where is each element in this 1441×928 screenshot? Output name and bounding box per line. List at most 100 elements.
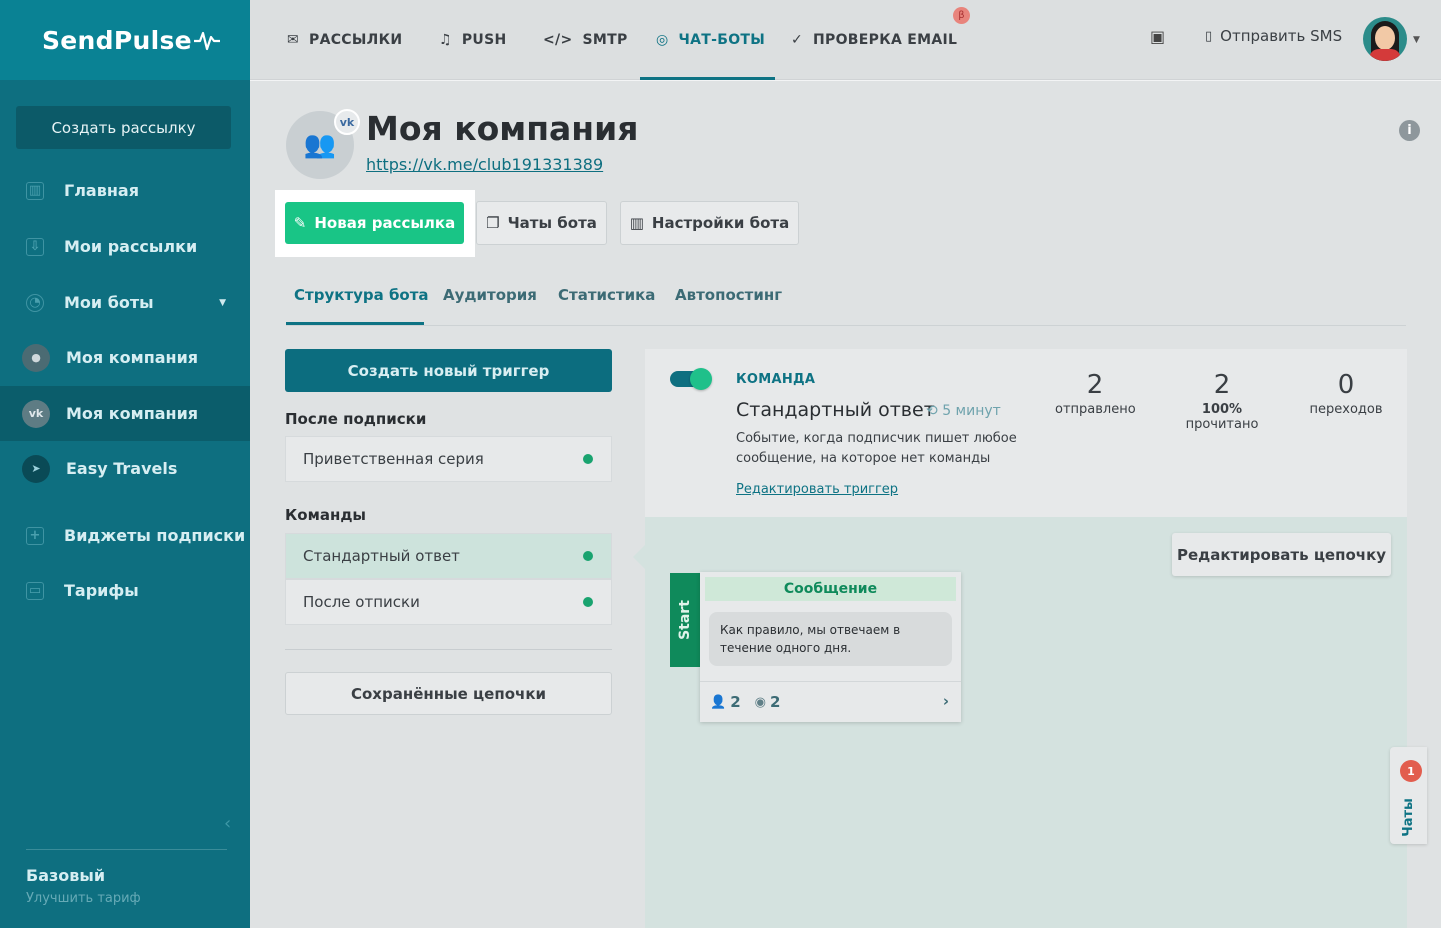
tab-smtp[interactable]: </> SMTP <box>543 0 628 80</box>
phone-icon: ▯ <box>1205 28 1213 44</box>
saved-chains-button[interactable]: Сохранённые цепочки <box>285 672 612 715</box>
chat-icon: ◎ <box>656 32 669 48</box>
edit-chain-button[interactable]: Редактировать цепочку <box>1172 533 1391 576</box>
trigger-toggle[interactable] <box>670 368 712 390</box>
sidebar-item-label: Виджеты подписки <box>64 526 246 545</box>
dashboard-icon: ▥ <box>26 181 44 200</box>
trigger-item-after-unsubscribe[interactable]: После отписки <box>285 579 612 625</box>
chevron-right-icon[interactable]: › <box>943 692 949 710</box>
chats-widget[interactable]: 1 Чаты <box>1390 747 1427 844</box>
bot-settings-button[interactable]: ▥ Настройки бота <box>620 201 799 245</box>
sidebar-item-my-bots[interactable]: ◔ Мои боты ▼ <box>0 275 250 330</box>
sidebar-item-my-mailings[interactable]: ⇩ Мои рассылки <box>0 219 250 274</box>
mailbox-icon: ⇩ <box>26 237 44 256</box>
send-sms-button[interactable]: ▯ Отправить SMS <box>1205 0 1342 72</box>
sidebar-item-bot-vk[interactable]: vk Моя компания <box>0 386 250 441</box>
left-divider <box>285 649 612 650</box>
active-status-dot <box>583 454 593 464</box>
plan-name: Базовый <box>26 866 106 885</box>
sendpulse-logo[interactable]: SendPulse <box>0 0 250 80</box>
trigger-item-standard-reply[interactable]: Стандартный ответ <box>285 533 612 579</box>
create-trigger-button[interactable]: Создать новый триггер <box>285 349 612 392</box>
create-mailing-button[interactable]: Создать рассылку <box>16 106 231 149</box>
stat-value: 2 <box>1213 370 1231 400</box>
logo-text: SendPulse <box>42 25 192 55</box>
beta-badge: β <box>953 7 970 24</box>
check-circle-icon: ✓ <box>791 32 804 48</box>
stat-label: переходов <box>1309 402 1383 417</box>
user-icon: 👤 <box>710 694 727 710</box>
message-node-header: Сообщение <box>705 577 956 601</box>
start-node: Start <box>670 573 700 667</box>
sidebar-item-tariffs[interactable]: ▭ Тарифы <box>0 563 250 618</box>
chats-count-badge: 1 <box>1400 760 1422 782</box>
chevron-down-icon[interactable]: ▼ <box>219 298 226 308</box>
tab-chatbots[interactable]: ◎ ЧАТ-БОТЫ <box>639 0 776 80</box>
tab-email-verification[interactable]: ✓ ПРОВЕРКА EMAIL <box>791 0 957 80</box>
tab-autoposting[interactable]: Автопостинг <box>675 286 782 304</box>
trigger-type-label: КОМАНДА <box>736 372 816 387</box>
tab-statistics[interactable]: Статистика <box>558 286 655 304</box>
users-icon: 👥 <box>303 130 337 160</box>
sidebar: SendPulse Создать рассылку ▥ Главная ⇩ М… <box>0 0 250 928</box>
start-label: Start <box>677 600 694 640</box>
sidebar-item-home[interactable]: ▥ Главная <box>0 163 250 218</box>
stat-value: 0 <box>1337 370 1355 400</box>
user-avatar[interactable] <box>1363 17 1407 61</box>
mail-icon: ✉ <box>287 32 300 48</box>
new-mailing-label: Новая рассылка <box>314 214 456 232</box>
chats-widget-label: Чаты <box>1401 797 1417 837</box>
commands-heading: Команды <box>285 506 366 524</box>
vk-avatar-icon: vk <box>22 399 50 428</box>
message-node[interactable]: Сообщение Как правило, мы отвечаем в теч… <box>700 572 961 722</box>
stat-value: 2 <box>1086 370 1104 400</box>
trigger-item-label: После отписки <box>303 593 420 611</box>
settings-sliders-icon: ▥ <box>629 214 644 232</box>
sidebar-item-widgets[interactable]: + Виджеты подписки <box>0 508 250 563</box>
stat-clicks: 0 переходов <box>1306 370 1386 417</box>
history-icon: ⟲ <box>926 403 938 419</box>
widget-icon: + <box>26 526 44 545</box>
upgrade-plan-link[interactable]: Улучшить тариф <box>26 891 141 906</box>
top-navigation: ✉ РАССЫЛКИ ♫ PUSH </> SMTP ◎ ЧАТ-БОТЫ ✓ … <box>250 0 1441 80</box>
collapse-sidebar-icon[interactable]: ‹ <box>224 813 231 834</box>
info-icon[interactable]: i <box>1399 120 1420 141</box>
edit-trigger-link[interactable]: Редактировать триггер <box>736 482 898 497</box>
new-mailing-button[interactable]: ✎ Новая рассылка <box>285 202 464 244</box>
chevron-down-icon[interactable]: ▼ <box>1413 35 1420 45</box>
tab-label: PUSH <box>461 32 507 48</box>
bot-icon: ◔ <box>26 293 44 312</box>
tabs-divider <box>286 325 1406 326</box>
active-tab-indicator <box>286 322 424 325</box>
edit-icon: ✎ <box>293 214 307 232</box>
sidebar-divider <box>26 849 227 850</box>
wallet-icon: ▭ <box>26 581 44 600</box>
tab-audience[interactable]: Аудитория <box>443 286 537 304</box>
trigger-item-label: Приветственная серия <box>303 450 484 468</box>
tab-push[interactable]: ♫ PUSH <box>439 0 507 80</box>
page-title: Моя компания <box>366 109 639 148</box>
eye-icon: ◉ <box>754 694 766 710</box>
bot-chats-label: Чаты бота <box>507 214 597 232</box>
view-count: 2 <box>769 693 781 711</box>
send-sms-label: Отправить SMS <box>1220 27 1343 45</box>
sidebar-item-label: Easy Travels <box>66 459 178 478</box>
sidebar-item-label: Мои боты <box>64 293 154 312</box>
sidebar-item-bot-messenger[interactable]: ● Моя компания <box>0 330 250 385</box>
bot-link[interactable]: https://vk.me/club191331389 <box>366 155 603 174</box>
bot-chats-button[interactable]: ❐ Чаты бота <box>476 201 607 245</box>
message-text: Как правило, мы отвечаем в течение одног… <box>709 612 952 666</box>
sidebar-item-bot-telegram[interactable]: ➤ Easy Travels <box>0 441 250 496</box>
sidebar-item-label: Мои рассылки <box>64 237 198 256</box>
gift-icon[interactable]: ▣ <box>1150 27 1165 46</box>
tab-bot-structure[interactable]: Структура бота <box>294 286 429 304</box>
stat-read: 2 100% прочитано <box>1182 370 1262 432</box>
chat-bubbles-icon: ❐ <box>486 214 500 232</box>
tab-label: ПРОВЕРКА EMAIL <box>813 32 958 48</box>
tab-mailings[interactable]: ✉ РАССЫЛКИ <box>287 0 402 80</box>
subscriber-count: 2 <box>730 693 741 711</box>
stat-percent: 100% <box>1201 402 1243 417</box>
bell-icon: ♫ <box>439 32 452 48</box>
trigger-item-welcome-series[interactable]: Приветственная серия <box>285 436 612 482</box>
sidebar-item-label: Моя компания <box>66 348 199 367</box>
